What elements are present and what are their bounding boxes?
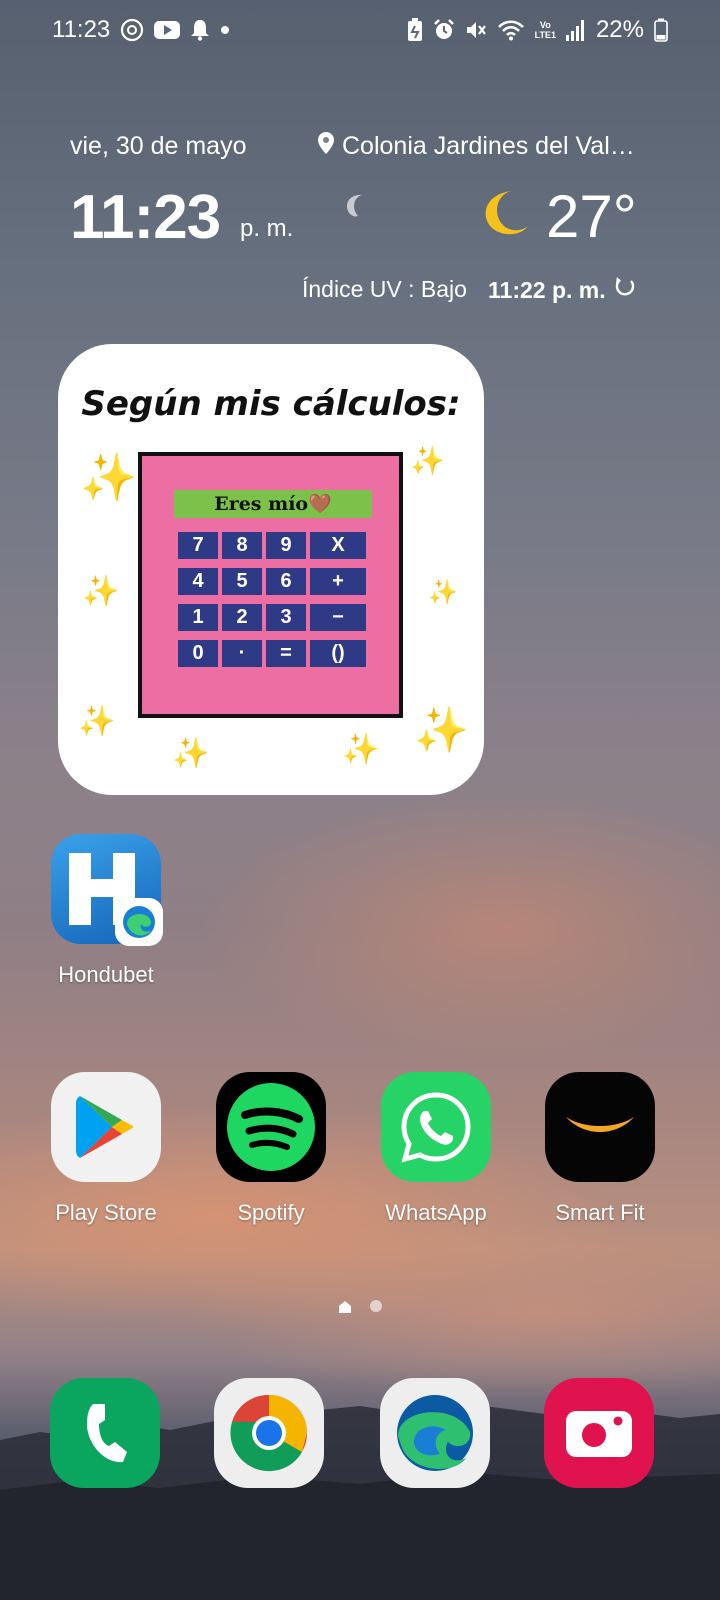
weather-widget[interactable]: vie, 30 de mayo Colonia Jardines del Val… [0,120,720,320]
calculator-key: 0 [178,640,218,667]
status-time: 11:23 [52,16,111,43]
app-spotify[interactable]: Spotify [196,1072,346,1226]
calculator-key: · [222,640,262,667]
app-play-store[interactable]: Play Store [31,1072,181,1226]
home-page-icon[interactable] [338,1300,352,1319]
clock-time: 11:23 [70,183,221,252]
clock-ampm: p. m. [240,215,294,242]
volte-top-label: Vo [539,20,551,30]
calculator-key: 4 [178,568,218,595]
wifi-icon [497,18,525,42]
smart-fit-icon [545,1072,655,1182]
app-label: Hondubet [58,962,154,987]
battery-percent: 22% [595,16,644,43]
dock-camera[interactable] [524,1378,674,1488]
dock-phone[interactable] [30,1378,180,1488]
sparkle-icon: ✨ [82,575,120,608]
calculator-display: Eres mío🤎 [174,490,372,518]
app-label: WhatsApp [385,1200,487,1225]
hondubet-icon [51,834,163,946]
calculator-key: 9 [266,532,306,559]
mute-icon [465,18,487,42]
photo-widget-title: Según mis cálculos: [81,384,461,424]
battery-saver-icon [407,18,423,42]
bell-icon [190,18,210,42]
youtube-icon [154,18,181,42]
camera-icon [544,1378,654,1488]
location-pin-icon [318,132,334,161]
sparkle-icon: ✨ [80,451,138,503]
calculator-key: 2 [222,604,262,631]
app-label: Play Store [55,1200,157,1225]
calculator-key: 3 [266,604,306,631]
spotify-icon [216,1072,326,1182]
calculator-key: () [310,640,366,667]
dock-chrome[interactable] [194,1378,344,1488]
volte-icon: Vo LTE1 [535,18,556,42]
app-label: Smart Fit [555,1200,645,1225]
calculator-keys: 7 8 9 X 4 5 6 + 1 2 3 − 0 · = () [178,532,368,667]
calculator-key: − [310,604,366,631]
calculator-key: + [310,568,366,595]
app-whatsapp[interactable]: WhatsApp [361,1072,511,1226]
calculator-key: = [266,640,306,667]
whatsapp-icon [381,1072,491,1182]
sparkle-icon: ✨ [410,445,445,476]
alarm-icon [433,18,455,42]
app-label: Spotify [237,1200,305,1225]
page-dot[interactable] [370,1300,382,1312]
status-bar: 11:23 Vo LTE1 22% [0,0,720,60]
signal-icon [565,18,586,42]
phone-icon [50,1378,160,1488]
app-smart-fit[interactable]: Smart Fit [525,1072,675,1226]
uv-index: Índice UV : Bajo [302,276,467,302]
night-weather-icon [482,188,532,243]
calculator-key: 1 [178,604,218,631]
page-indicator[interactable] [0,1300,720,1319]
calculator-key: 6 [266,568,306,595]
calculator-key: 8 [222,532,262,559]
sparkle-icon: ✨ [414,706,469,755]
data-saver-icon [120,18,144,42]
weather-date: vie, 30 de mayo [70,132,247,160]
dock-edge[interactable] [360,1378,510,1488]
edge-badge-icon [115,898,163,946]
battery-icon [654,18,668,42]
app-hondubet[interactable]: Hondubet [31,834,181,988]
dot-icon [220,18,230,42]
sparkle-icon: ✨ [172,737,210,770]
sparkle-icon: ✨ [342,733,380,766]
calculator-drawing: Eres mío🤎 7 8 9 X 4 5 6 + 1 2 3 − 0 · = … [138,452,403,718]
sparkle-icon: ✨ [428,579,458,606]
weather-updated[interactable]: 11:22 p. m. [488,276,636,304]
sparkle-icon: ✨ [78,705,116,738]
refresh-icon[interactable] [614,276,636,304]
calculator-key: 7 [178,532,218,559]
weather-updated-time: 11:22 p. m. [488,276,606,303]
calculator-key: 5 [222,568,262,595]
weather-location-text: Colonia Jardines del Val… [342,132,635,160]
chrome-icon [214,1378,324,1488]
play-store-icon [51,1072,161,1182]
photo-widget[interactable]: Según mis cálculos: ✨ ✨ ✨ ✨ ✨ ✨ ✨ ✨ Eres… [58,344,484,795]
calculator-key: X [310,532,366,559]
moon-crescent-icon [342,192,372,227]
volte-bottom-label: LTE1 [534,30,556,40]
edge-icon [380,1378,490,1488]
temperature: 27° [546,183,637,250]
weather-location[interactable]: Colonia Jardines del Val… [318,132,635,161]
